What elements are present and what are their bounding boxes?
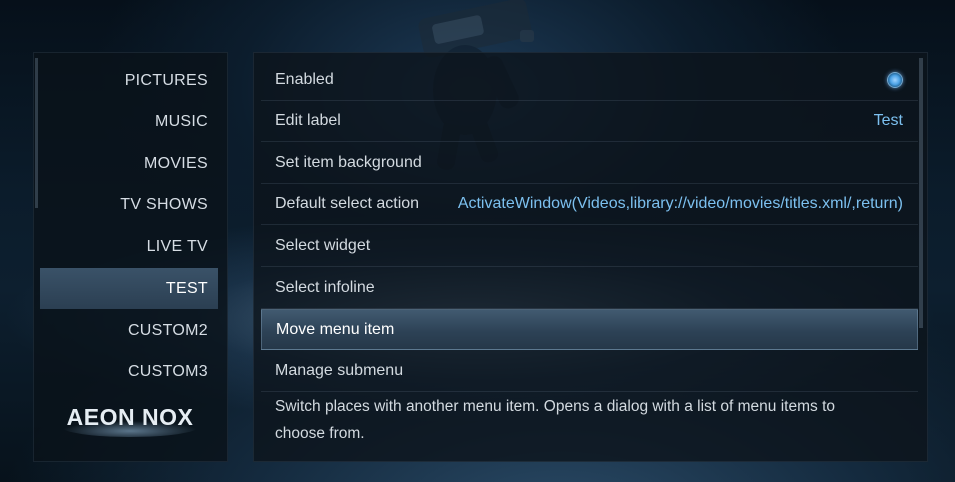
setting-move-menu-item[interactable]: Move menu item [261, 309, 918, 350]
menu-item-label: TV SHOWS [120, 195, 208, 213]
menu-item-custom2[interactable]: CUSTOM2 [40, 310, 218, 351]
setting-value: Test [873, 112, 903, 129]
setting-value: ActivateWindow(Videos,library://video/mo… [457, 195, 903, 212]
menu-item-live-tv[interactable]: LIVE TV [40, 226, 218, 267]
menu-item-label: TEST [165, 279, 208, 297]
setting-manage-submenu[interactable]: Manage submenu [261, 351, 918, 392]
setting-description: Switch places with another menu item. Op… [275, 398, 835, 442]
menu-item-label: PICTURES [124, 71, 208, 89]
menu-item-label: LIVE TV [146, 237, 208, 255]
setting-label: Select widget [275, 237, 371, 254]
logo-text: AEON NOX [67, 404, 194, 430]
menu-item-pictures[interactable]: PICTURES [40, 60, 218, 101]
main-menu-scrollbar[interactable] [35, 58, 38, 208]
setting-label: Move menu item [276, 320, 395, 338]
setting-set-item-background[interactable]: Set item background [261, 143, 918, 184]
menu-item-test[interactable]: TEST [40, 268, 218, 309]
menu-item-tv-shows[interactable]: TV SHOWS [40, 184, 218, 225]
menu-item-label: CUSTOM2 [127, 321, 208, 339]
setting-label: Edit label [275, 112, 341, 129]
menu-item-music[interactable]: MUSIC [40, 101, 218, 142]
settings-scrollbar[interactable] [919, 58, 923, 328]
setting-select-widget[interactable]: Select widget [261, 226, 918, 267]
menu-item-label: CUSTOM3 [127, 362, 208, 380]
radio-on-icon[interactable] [887, 72, 903, 88]
menu-item-custom3[interactable]: CUSTOM3 [40, 351, 218, 392]
setting-enabled[interactable]: Enabled [261, 60, 918, 101]
menu-item-label: MOVIES [143, 154, 208, 172]
setting-label: Enabled [275, 71, 334, 88]
setting-label: Set item background [275, 154, 422, 171]
menu-item-movies[interactable]: MOVIES [40, 143, 218, 184]
setting-label: Select infoline [275, 279, 375, 296]
setting-default-select-action[interactable]: Default select action ActivateWindow(Vid… [261, 184, 918, 225]
setting-edit-label[interactable]: Edit label Test [261, 101, 918, 142]
setting-select-infoline[interactable]: Select infoline [261, 268, 918, 309]
setting-label: Default select action [275, 195, 420, 212]
aeon-nox-logo: AEON NOX [62, 404, 198, 437]
menu-item-label: MUSIC [154, 112, 208, 130]
setting-label: Manage submenu [275, 362, 404, 379]
